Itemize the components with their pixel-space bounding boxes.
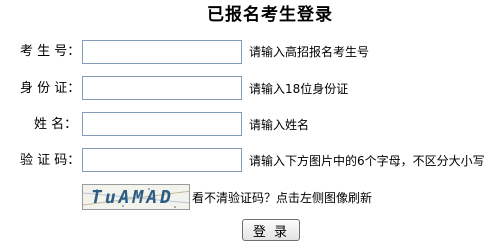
name-label: 姓 名： [34,117,78,132]
login-button[interactable]: 登 录 [242,219,300,241]
id-card-input[interactable] [82,76,242,100]
name-input[interactable] [82,112,242,136]
captcha-input[interactable] [82,148,242,172]
exam-number-input[interactable] [82,40,242,64]
exam-number-label: 考 生 号： [20,44,81,59]
name-hint: 请输入姓名 [249,118,310,132]
id-card-label: 身 份 证： [20,81,81,96]
captcha-refresh-hint: 看不清验证码？点击左侧图像刷新 [192,191,373,205]
id-card-hint: 请输入18位身份证 [249,82,349,96]
captcha-text: TuAMAD [91,187,175,208]
exam-number-hint: 请输入高招报名考生号 [249,45,370,59]
captcha-hint: 请输入下方图片中的6个字母，不区分大小写 [249,154,485,168]
captcha-image[interactable]: TuAMAD [82,184,190,210]
captcha-label: 验 证 码： [20,153,81,168]
page-title: 已报名考生登录 [207,5,333,25]
